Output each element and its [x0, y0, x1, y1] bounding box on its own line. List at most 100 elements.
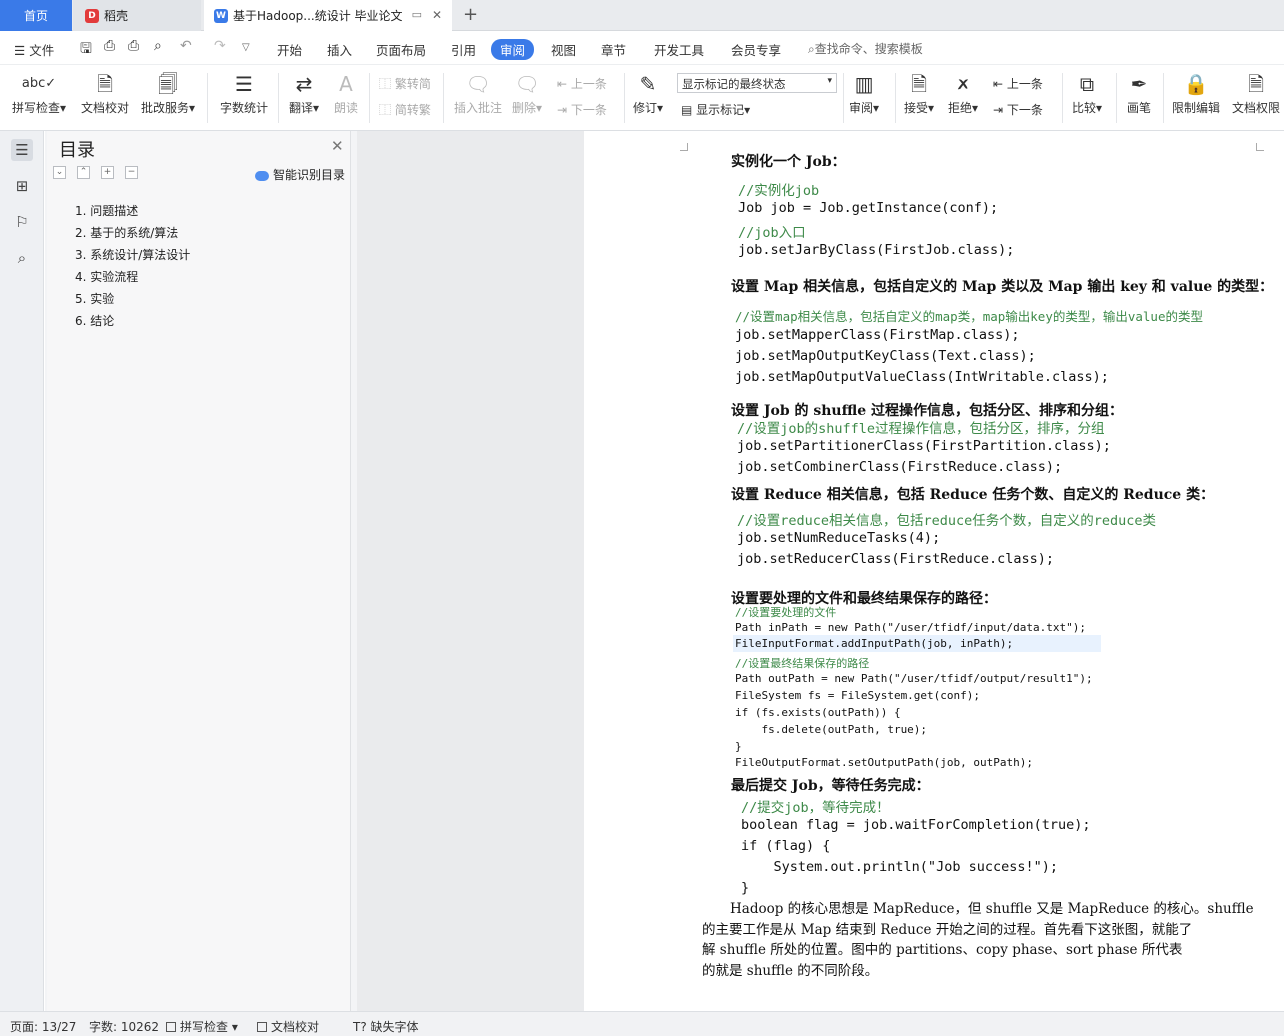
- new-tab-button[interactable]: +: [463, 4, 478, 25]
- page-gutter: [357, 131, 584, 1011]
- close-tab-icon[interactable]: ✕: [432, 8, 442, 22]
- chapter-nav-icon[interactable]: ⊞: [11, 175, 33, 197]
- simp-to-trad-label: 简转繁: [394, 103, 431, 117]
- reject-icon: 🗶: [955, 72, 971, 96]
- add-level-icon[interactable]: +: [101, 166, 114, 179]
- read-aloud-button[interactable]: A 朗读: [334, 69, 358, 116]
- menu-view[interactable]: 视图: [551, 40, 576, 59]
- menu-member[interactable]: 会员专享: [731, 40, 781, 59]
- review-pane-button[interactable]: ▥ 审阅▾: [849, 69, 879, 116]
- bookmark-icon[interactable]: ⚐: [11, 211, 33, 233]
- body-paragraph: Hadoop 的核心思想是 MapReduce，但 shuffle 又是 Map…: [702, 899, 1262, 981]
- compare-button[interactable]: ⧉ 比较▾: [1072, 69, 1102, 116]
- close-icon[interactable]: ✕: [331, 137, 344, 155]
- toc-panel: 目录 ✕ ⌄ ⌃ + − 智能识别目录 1. 问题描述 2. 基于的系统/算法 …: [45, 131, 357, 1011]
- tab-bar: 首页 D 稻壳 W 基于Hadoop...统设计 毕业论文 ▭ ✕ +: [0, 0, 1284, 31]
- pen-button[interactable]: ✒ 画笔: [1127, 69, 1151, 116]
- expand-all-icon[interactable]: ⌃: [77, 166, 90, 179]
- toc-item[interactable]: 1. 问题描述: [75, 202, 138, 219]
- quick-access-more-icon[interactable]: ▽: [242, 42, 250, 53]
- toc-item[interactable]: 6. 结论: [75, 312, 114, 329]
- trad-to-simp-button[interactable]: ⿰ 繁转简: [379, 75, 431, 92]
- translate-button[interactable]: ⇄ 翻译▾: [289, 69, 319, 116]
- show-markup-label: 显示标记: [696, 103, 745, 117]
- code-line: FileSystem fs = FileSystem.get(conf);: [735, 689, 981, 702]
- print-icon[interactable]: ⎙: [128, 38, 139, 54]
- undo-icon[interactable]: ↶: [180, 38, 192, 54]
- spellcheck-button[interactable]: abc✓ 拼写检查▾: [12, 69, 66, 116]
- page-indicator[interactable]: 页面: 13/27: [10, 1018, 76, 1035]
- nav-icon-strip: ☰ ⊞ ⚐ ⌕: [0, 131, 44, 1011]
- code-comment: //设置map相关信息，包括自定义的map类，map输出key的类型，输出val…: [735, 309, 1203, 324]
- prev-comment-button[interactable]: ⇤ 上一条: [557, 75, 607, 92]
- code-line-current[interactable]: FileInputFormat.addInputPath(job, inPath…: [733, 635, 1101, 652]
- next-change-button[interactable]: ⇥ 下一条: [993, 101, 1043, 118]
- ribbon-divider: [207, 73, 208, 123]
- translate-icon: ⇄: [295, 72, 313, 96]
- menu-review[interactable]: 审阅: [491, 39, 535, 60]
- monitor-icon[interactable]: ▭: [412, 8, 422, 21]
- chevron-down-icon: ▾: [827, 76, 832, 86]
- menu-page-layout[interactable]: 页面布局: [376, 40, 426, 59]
- show-markup-button[interactable]: ▤ 显示标记▾: [681, 101, 750, 118]
- save-icon[interactable]: 🖫: [80, 38, 92, 62]
- redo-icon[interactable]: ↷: [214, 38, 226, 54]
- code-line: Job job = Job.getInstance(conf);: [738, 200, 999, 216]
- markup-state-select[interactable]: 显示标记的最终状态 ▾: [677, 73, 837, 93]
- doc-permission-label: 文档权限: [1232, 101, 1281, 115]
- menu-developer[interactable]: 开发工具: [654, 40, 704, 59]
- smart-toc-button[interactable]: 智能识别目录: [255, 166, 345, 183]
- command-search[interactable]: ⌕查找命令、搜索模板: [808, 40, 923, 57]
- ribbon-divider: [1062, 73, 1063, 123]
- review-pane-icon: ▥: [854, 72, 874, 96]
- page-corner-mark: [680, 143, 688, 151]
- file-menu[interactable]: ☰ 文件: [14, 40, 54, 59]
- next-comment-button[interactable]: ⇥ 下一条: [557, 101, 607, 118]
- toc-item[interactable]: 4. 实验流程: [75, 268, 138, 285]
- menu-reference[interactable]: 引用: [451, 40, 476, 59]
- simp-to-trad-button[interactable]: ⿰ 简转繁: [379, 101, 431, 118]
- doc-check-status-icon: [257, 1022, 267, 1032]
- command-search-placeholder: 查找命令、搜索模板: [814, 42, 923, 56]
- toc-item[interactable]: 3. 系统设计/算法设计: [75, 246, 190, 263]
- tab-home[interactable]: 首页: [0, 0, 72, 31]
- menu-insert[interactable]: 插入: [327, 40, 352, 59]
- ribbon-divider: [624, 73, 625, 123]
- tab-document[interactable]: W 基于Hadoop...统设计 毕业论文 ▭ ✕: [204, 0, 452, 31]
- compare-label: 比较: [1072, 101, 1097, 115]
- insert-comment-button[interactable]: 🗨 插入批注: [454, 69, 502, 116]
- search-panel-icon[interactable]: ⌕: [11, 247, 33, 269]
- doc-permission-button[interactable]: 🗎 文档权限: [1232, 69, 1280, 116]
- document-page[interactable]: 实例化一个 Job： //实例化job Job job = Job.getIns…: [584, 131, 1284, 1011]
- spellcheck-status[interactable]: 拼写检查 ▾: [166, 1018, 238, 1035]
- collapse-all-icon[interactable]: ⌄: [53, 166, 66, 179]
- proof-service-button[interactable]: 🗐 批改服务▾: [141, 69, 195, 116]
- track-changes-button[interactable]: ✎ 修订▾: [633, 69, 663, 116]
- heading-map-info: 设置 Map 相关信息，包括自定义的 Map 类以及 Map 输出 key 和 …: [731, 279, 1274, 295]
- menu-section[interactable]: 章节: [601, 40, 626, 59]
- restrict-editing-button[interactable]: 🔒 限制编辑: [1172, 69, 1220, 116]
- pen-label: 画笔: [1127, 101, 1152, 115]
- doc-check-status[interactable]: 文档校对: [257, 1018, 319, 1035]
- toc-panel-icon[interactable]: ☰: [11, 139, 33, 161]
- toc-item[interactable]: 2. 基于的系统/算法: [75, 224, 178, 241]
- print-preview-icon[interactable]: ⌕: [154, 38, 162, 54]
- code-line: job.setMapOutputValueClass(IntWritable.c…: [735, 369, 1109, 385]
- export-pdf-icon[interactable]: ⎙: [104, 38, 115, 54]
- tab-daoke[interactable]: D 稻壳: [73, 0, 201, 31]
- code-line: System.out.println("Job success!");: [741, 859, 1058, 875]
- reject-button[interactable]: 🗶 拒绝▾: [948, 69, 978, 116]
- accept-button[interactable]: 🗎 接受▾: [904, 69, 934, 116]
- code-line: //实例化job: [738, 179, 819, 199]
- remove-level-icon[interactable]: −: [125, 166, 138, 179]
- word-count-indicator[interactable]: 字数: 10262: [89, 1018, 159, 1035]
- code-line: //设置要处理的文件: [735, 604, 836, 620]
- prev-change-button[interactable]: ⇤ 上一条: [993, 75, 1043, 92]
- delete-comment-button[interactable]: 🗨 删除▾: [512, 69, 542, 116]
- doc-check-button[interactable]: 🗎 文档校对: [81, 69, 129, 116]
- menu-start[interactable]: 开始: [277, 40, 302, 59]
- tab-document-label: 基于Hadoop...统设计 毕业论文: [233, 9, 403, 23]
- toc-item[interactable]: 5. 实验: [75, 290, 114, 307]
- missing-font-status[interactable]: T? 缺失字体: [353, 1018, 419, 1035]
- word-count-button[interactable]: ☰ 字数统计: [220, 69, 268, 116]
